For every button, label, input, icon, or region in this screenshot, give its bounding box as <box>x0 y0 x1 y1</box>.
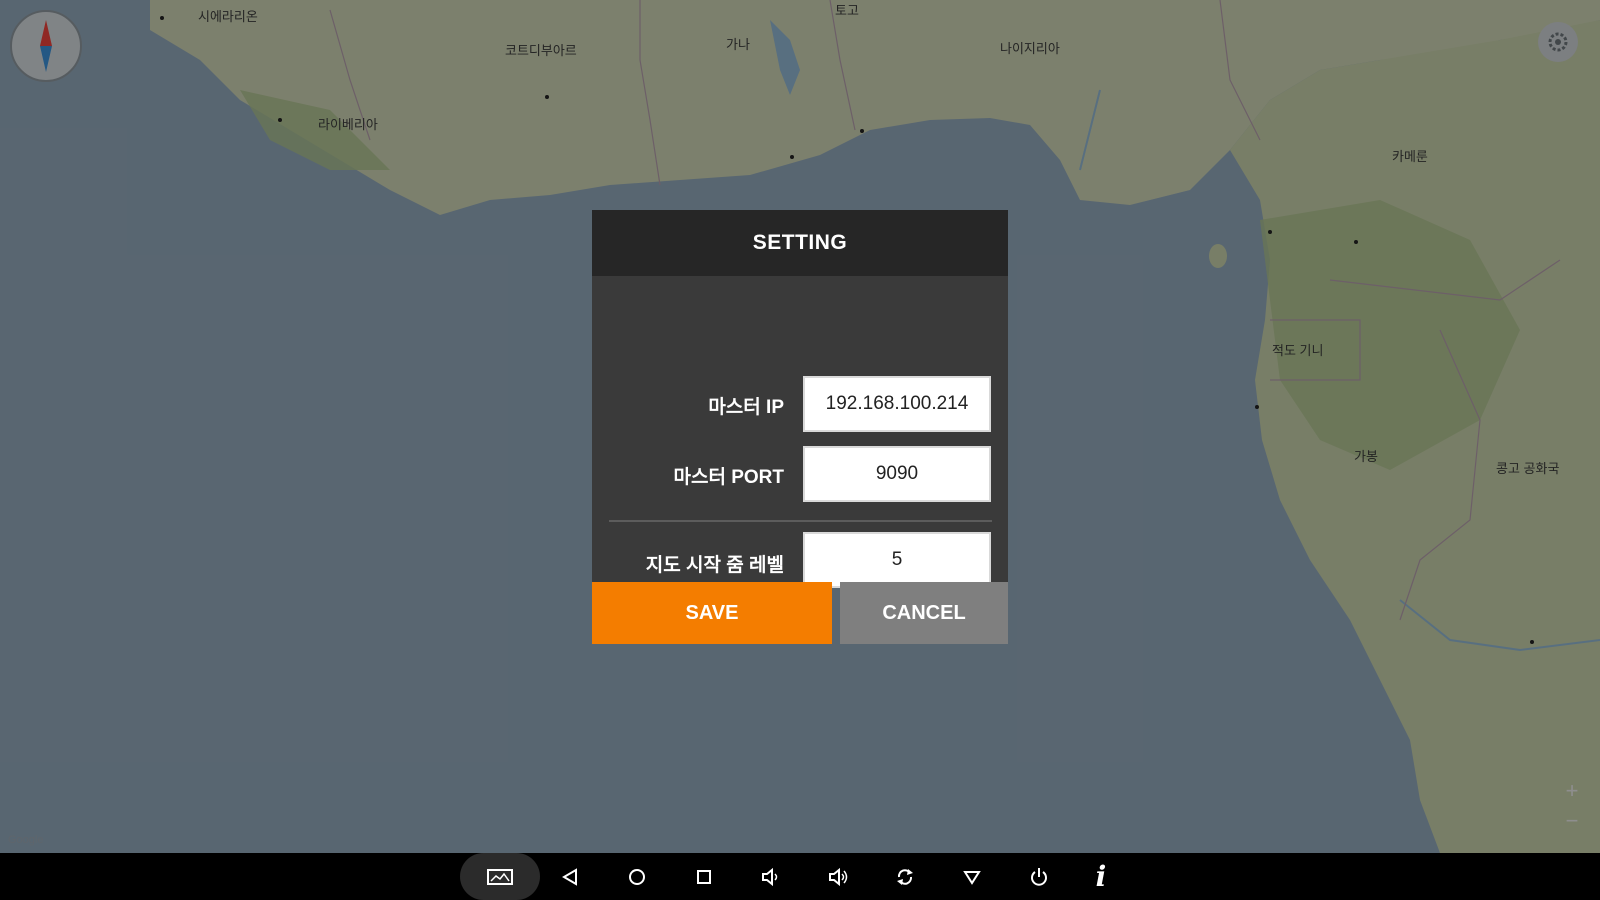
map-label-cote-divoire: 코트디부아르 <box>505 43 577 58</box>
compass-icon <box>40 20 52 72</box>
map-label-cameroon: 카메룬 <box>1392 149 1428 164</box>
city-marker <box>1354 240 1358 244</box>
map-label-nigeria: 나이지리아 <box>1000 41 1060 56</box>
navigation-bar: i <box>0 853 1600 900</box>
volume-down-icon <box>762 867 778 886</box>
power-icon <box>1031 867 1047 886</box>
master-ip-label: 마스터 IP <box>708 397 784 418</box>
city-marker <box>860 129 864 133</box>
map-label-equatorial-guinea: 적도 기니 <box>1272 343 1324 358</box>
city-marker <box>1255 405 1259 409</box>
save-button[interactable]: SAVE <box>592 582 832 644</box>
city-marker <box>790 155 794 159</box>
screenshot-button[interactable] <box>460 853 540 900</box>
settings-dialog: SETTING 마스터 IP 마스터 PORT 지도 시작 줌 레벨 SAVE … <box>592 210 1008 644</box>
volume-up-button[interactable] <box>813 853 863 900</box>
info-icon: i <box>1095 860 1107 893</box>
info-button[interactable]: i <box>1076 853 1126 900</box>
dialog-body: 마스터 IP 마스터 PORT 지도 시작 줌 레벨 <box>592 276 1008 588</box>
map-label-sierra-leone: 시에라리온 <box>198 9 258 24</box>
dialog-buttons: SAVE CANCEL <box>592 582 1008 644</box>
recents-icon <box>697 869 711 884</box>
map-label-congo: 콩고 공화국 <box>1496 461 1560 476</box>
settings-button[interactable] <box>1538 22 1578 62</box>
rotate-button[interactable] <box>880 853 930 900</box>
map-label-liberia: 라이베리아 <box>318 117 378 132</box>
home-button[interactable] <box>612 853 662 900</box>
volume-up-icon <box>829 867 848 886</box>
screenshot-icon <box>487 868 513 885</box>
recents-button[interactable] <box>679 853 729 900</box>
home-icon <box>629 868 645 885</box>
master-ip-input[interactable] <box>803 376 991 432</box>
google-logo: Google <box>8 834 44 846</box>
back-icon <box>562 867 577 886</box>
zoom-level-input[interactable] <box>803 532 991 588</box>
volume-down-button[interactable] <box>746 853 796 900</box>
zoom-level-label: 지도 시작 줌 레벨 <box>645 555 784 576</box>
gear-icon <box>1548 32 1568 52</box>
zoom-out-button[interactable]: − <box>1556 806 1588 836</box>
hide-nav-button[interactable] <box>947 853 997 900</box>
city-marker <box>1530 640 1534 644</box>
map-label-gabon: 가봉 <box>1354 449 1378 464</box>
city-marker <box>278 118 282 122</box>
back-button[interactable] <box>545 853 595 900</box>
master-port-label: 마스터 PORT <box>673 467 785 488</box>
dialog-title: SETTING <box>592 210 1008 276</box>
divider <box>609 520 992 522</box>
city-marker <box>160 16 164 20</box>
zoom-in-button[interactable]: + <box>1556 776 1588 806</box>
screen: 시에라리온 라이베리아 코트디부아르 가나 토고 나이지리아 카메룬 적도 기니… <box>0 0 1600 900</box>
cancel-button[interactable]: CANCEL <box>840 582 1008 644</box>
master-port-input[interactable] <box>803 446 991 502</box>
map-label-togo: 토고 <box>835 3 859 18</box>
power-button[interactable] <box>1014 853 1064 900</box>
rotate-icon <box>897 868 913 885</box>
map-label-ghana: 가나 <box>726 37 750 52</box>
hide-nav-icon <box>963 870 981 885</box>
compass-button[interactable] <box>10 10 82 82</box>
city-marker <box>545 95 549 99</box>
city-marker <box>1268 230 1272 234</box>
